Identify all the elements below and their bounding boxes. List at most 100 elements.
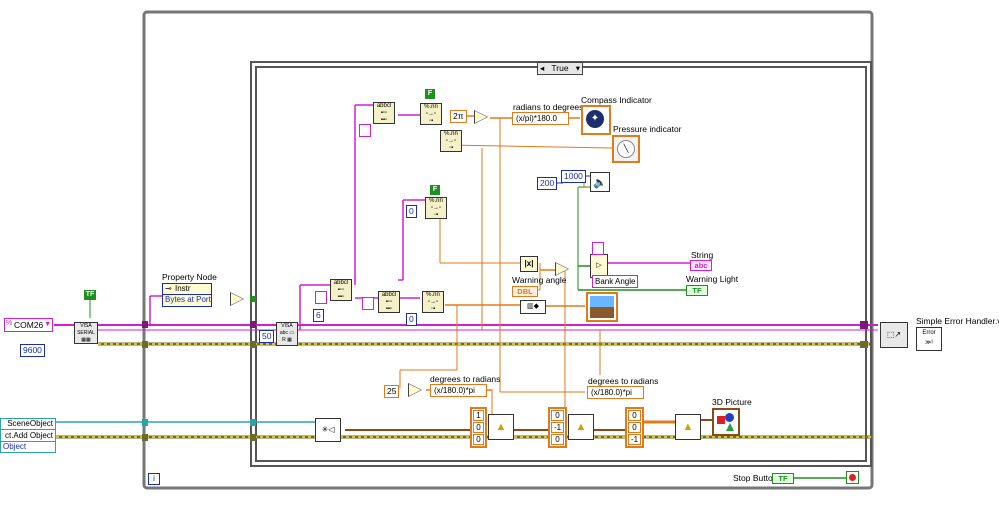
bank-angle-indicator[interactable]: Bank Angle	[592, 275, 639, 288]
axis-array-2-cell-0[interactable]: 0	[551, 410, 564, 421]
constant-200[interactable]: 200	[537, 177, 558, 190]
tunnel-visa-in	[142, 321, 148, 328]
offset-constant-6[interactable]: 6	[313, 309, 324, 322]
string-subset-node-3[interactable]: abbcl ▪▫▫ ▪▪▫	[378, 291, 400, 313]
case-dropdown-icon[interactable]: ▾	[576, 63, 580, 74]
property-node-property[interactable]: Bytes at Port	[163, 295, 211, 305]
radians-to-degrees-formula[interactable]: (x/pi)*180.0	[512, 112, 569, 125]
constant-0-b[interactable]: 0	[406, 313, 417, 326]
visa-close-node[interactable]: ⬚↗	[880, 322, 908, 348]
degrees-to-radians-label-1: degrees to radians	[430, 374, 501, 384]
scene-object-property-node[interactable]: SceneObject ct.Add Object Object	[0, 418, 56, 453]
case-selector-value: True	[551, 63, 569, 73]
warning-angle-control[interactable]: DBL	[512, 286, 538, 297]
false-constant-2[interactable]: F	[430, 185, 440, 195]
pressure-indicator[interactable]: ╲	[612, 135, 640, 163]
error-icon: Error ≫!	[922, 330, 936, 346]
two-pi-constant[interactable]: 2π	[450, 110, 467, 123]
axis-array-2-cell-2[interactable]: 0	[551, 434, 564, 445]
stop-button-control[interactable]: TF	[772, 473, 794, 484]
rotate-object-node-3[interactable]: ▲	[675, 414, 701, 440]
scene-object-row-3[interactable]: Object	[1, 442, 55, 452]
false-constant-1[interactable]: F	[425, 89, 435, 99]
sphere-icon	[725, 413, 734, 422]
degrees-to-radians-formula-2[interactable]: (x/180.0)*pi	[587, 386, 644, 399]
case-selector[interactable]: ◂ True ▾	[537, 62, 583, 75]
axis-array-2-cell-1[interactable]: -1	[551, 422, 564, 433]
case-prev-icon[interactable]: ◂	[540, 63, 544, 74]
stop-condition-icon	[846, 471, 859, 484]
axis-array-1[interactable]: 1 0 0	[470, 407, 487, 448]
tf-constant-loop[interactable]: TF	[84, 290, 96, 300]
axis-array-1-cell-2[interactable]: 0	[473, 434, 484, 445]
scan-from-string-node-3[interactable]: %.nn ▫→▫ ◦▪	[425, 197, 447, 219]
string-label: String	[691, 250, 714, 260]
tunnel-scene-in	[142, 419, 148, 426]
axis-array-3-cell-1[interactable]: 0	[628, 422, 641, 433]
axis-array-3[interactable]: 0 0 -1	[625, 407, 644, 448]
com-port-control[interactable]: % COM26 ▼	[4, 318, 53, 332]
error-handler-label: Simple Error Handler.vi	[916, 316, 999, 326]
tunnel-error-out	[860, 341, 868, 348]
picture-3d-indicator[interactable]	[712, 408, 740, 436]
constant-1000[interactable]: 1000	[561, 170, 586, 183]
simple-error-handler-node[interactable]: Error ≫!	[916, 327, 942, 351]
visa-resource-icon: %	[6, 320, 13, 327]
gauge-icon: ╲	[617, 140, 635, 158]
iteration-terminal: i	[148, 473, 160, 485]
rotate-object-node-1[interactable]: ▲	[488, 414, 514, 440]
visa-configure-serial-node[interactable]: VISA SERIAL ▦▦	[74, 322, 98, 344]
absolute-value-node[interactable]: |x|	[520, 256, 538, 272]
compass-icon: ✦	[586, 110, 604, 128]
attitude-indicator[interactable]	[586, 292, 618, 322]
radians-to-degrees-label: radians to degrees	[513, 102, 584, 112]
bank-angle-text: Bank Angle	[595, 277, 636, 286]
less-than-node[interactable]	[555, 262, 569, 276]
axis-array-3-cell-2[interactable]: -1	[628, 434, 641, 445]
bundle-node[interactable]: ▥◆	[520, 300, 546, 314]
pink-string-constant-2[interactable]	[359, 124, 371, 137]
case-tunnel-error	[250, 341, 256, 348]
axis-array-2[interactable]: 0 -1 0	[548, 407, 567, 448]
scan-from-string-node-4[interactable]: %.nn ▫→▫ ◦▪	[422, 291, 444, 313]
iteration-label: i	[153, 474, 155, 483]
scan-from-string-node-1[interactable]: %.nn ▫→▫ ◦▪	[420, 103, 442, 125]
axis-array-3-cell-0[interactable]: 0	[628, 410, 641, 421]
axis-array-1-cell-1[interactable]: 0	[473, 422, 484, 433]
string-constant-select[interactable]	[592, 242, 604, 255]
string-subset-node-1[interactable]: abbcl ▪▫▫ ▪▪▫	[330, 279, 352, 301]
property-node[interactable]: ⊸ Instr Bytes at Port	[162, 283, 212, 307]
tunnel-error-in	[142, 341, 148, 348]
create-scene-node[interactable]: ✳◁	[315, 418, 341, 442]
string-subset-node-2[interactable]: abbcl ▪▫▫ ▪▪▫	[373, 102, 395, 124]
scene-object-row-2[interactable]: ct.Add Object	[1, 430, 55, 442]
rotate-object-node-2[interactable]: ▲	[568, 414, 594, 440]
visa-read-node[interactable]: VISA abc ▭ R ▦	[276, 322, 298, 346]
warning-light-indicator: TF	[686, 285, 708, 296]
pink-string-constant-1[interactable]	[315, 291, 327, 304]
pink-string-constant-3[interactable]	[362, 297, 374, 310]
greater-than-zero-node[interactable]	[230, 292, 244, 306]
compass-indicator[interactable]: ✦	[581, 105, 611, 135]
scene-object-row-1: SceneObject	[1, 419, 55, 430]
scan-from-string-node-2[interactable]: %.nn ▫→▫ ◦▪	[440, 130, 462, 152]
case-tunnel-visa	[250, 321, 256, 328]
degrees-to-radians-formula-1[interactable]: (x/180.0)*pi	[430, 384, 487, 397]
chevron-down-icon[interactable]: ▼	[44, 319, 51, 331]
stop-button-label: Stop Button	[733, 473, 778, 483]
pressure-indicator-label: Pressure indicator	[613, 124, 682, 134]
warning-light-label: Warning Light	[686, 274, 739, 284]
constant-0-a[interactable]: 0	[406, 205, 417, 218]
degrees-to-radians-label-2: degrees to radians	[588, 376, 659, 386]
multiply-node-2[interactable]	[408, 383, 422, 397]
formula-d2r-1-text: (x/180.0)*pi	[434, 386, 475, 395]
bytes-to-read-constant[interactable]: 50	[259, 330, 275, 343]
baud-rate-constant[interactable]: 9600	[20, 344, 45, 357]
multiply-node[interactable]	[474, 110, 488, 124]
property-node-title: Property Node	[162, 272, 217, 282]
constant-25[interactable]: 25	[384, 385, 400, 398]
ground-icon	[590, 307, 614, 318]
axis-array-1-cell-0[interactable]: 1	[473, 410, 484, 421]
tunnel-error2-in	[142, 434, 148, 441]
beep-node[interactable]: 🔈	[590, 172, 610, 192]
